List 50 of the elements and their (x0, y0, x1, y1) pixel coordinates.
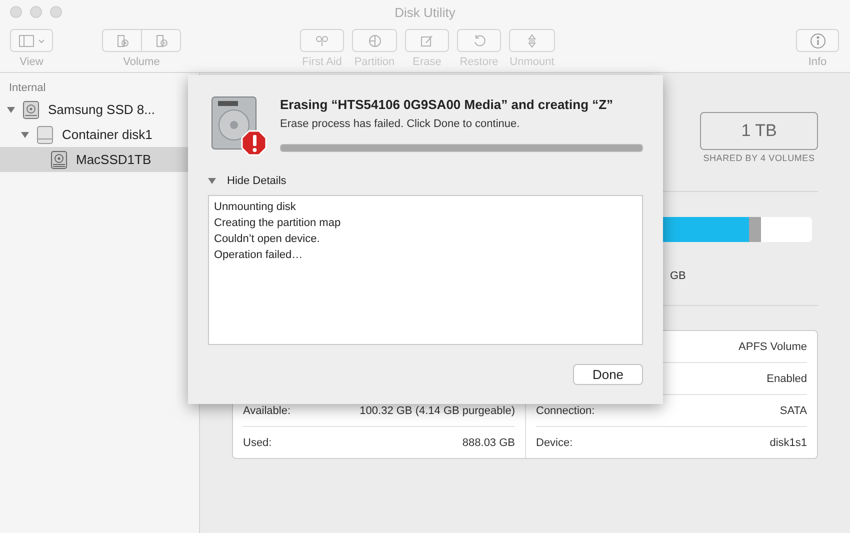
dialog-title: Erasing “HTS54106 0G9SA00 Media” and creating “Z” (280, 97, 614, 112)
info-value: 888.03 GB (462, 436, 515, 448)
toolbar-label: View (20, 56, 44, 68)
details-toggle[interactable]: Hide Details (208, 175, 286, 187)
section-header: Internal (9, 82, 47, 94)
capacity-caption: SHARED BY 4 VOLUMES (703, 153, 815, 163)
remove-volume-icon (154, 34, 168, 48)
stethoscope-icon (315, 34, 329, 48)
info-label: Used: (243, 436, 272, 448)
info-value: 100.32 GB (4.14 GB purgeable) (360, 404, 515, 416)
info-label: Device: (536, 436, 573, 448)
capacity-box: 1 TB (700, 112, 818, 150)
add-volume-button[interactable] (102, 29, 142, 52)
legend-value: GB (670, 270, 686, 282)
close-button[interactable] (10, 6, 22, 18)
minimize-button[interactable] (30, 6, 42, 18)
info-label: Available: (243, 404, 290, 416)
toolbar-label: Volume (123, 56, 160, 68)
log-line: Creating the partition map (214, 216, 342, 231)
view-button[interactable] (10, 29, 53, 52)
log-line: Unmounting disk (214, 200, 297, 215)
info-value: Enabled (766, 372, 807, 384)
pie-icon (368, 34, 382, 48)
dialog-message: Erase process has failed. Click Done to continue. (280, 118, 521, 130)
info-button[interactable] (796, 29, 839, 52)
toolbar-label: Info (808, 56, 827, 68)
disclosure-triangle-icon (7, 106, 15, 114)
info-value: APFS Volume (738, 340, 807, 352)
disclosure-triangle-icon (21, 130, 29, 138)
sidebar-item[interactable]: Samsung SSD 8... (0, 97, 188, 122)
sidebar-item[interactable]: MacSSD1TB (0, 147, 188, 172)
drive-icon (37, 126, 53, 144)
eject-icon (525, 34, 539, 48)
eraser-icon (420, 34, 434, 48)
sidebar-item[interactable]: Container disk1 (0, 122, 188, 147)
log-line: Couldn’t open device. (214, 232, 321, 247)
window-title: Disk Utility (394, 5, 456, 20)
zoom-button[interactable] (50, 6, 62, 18)
restore-icon (472, 34, 486, 48)
remove-volume-button[interactable] (141, 29, 181, 52)
info-label: Connection: (536, 404, 595, 416)
add-volume-icon (115, 34, 129, 48)
info-value: SATA (780, 404, 807, 416)
done-button[interactable]: Done (573, 364, 643, 385)
log-line: Operation failed… (214, 248, 304, 263)
purgeable-fill (749, 217, 761, 242)
disclosure-triangle-icon (208, 177, 216, 185)
info-value: disk1s1 (770, 436, 807, 448)
sidebar-icon (18, 34, 44, 46)
info-icon (810, 32, 826, 48)
